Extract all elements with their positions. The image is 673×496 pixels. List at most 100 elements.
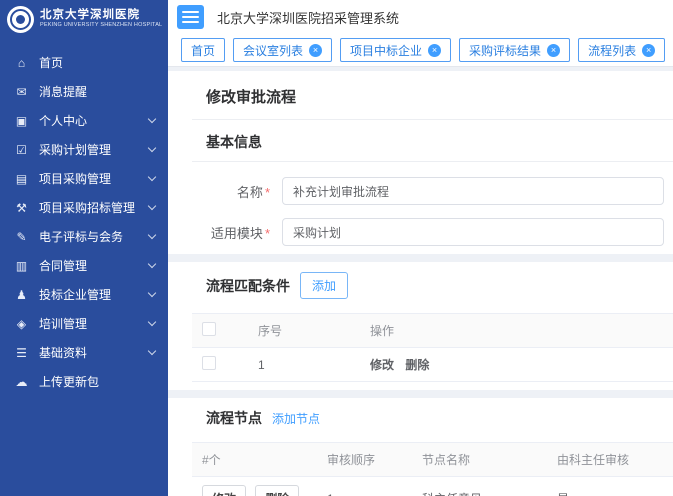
table-row: 1 修改 删除 xyxy=(192,348,673,382)
hospital-name: 北京大学深圳医院 xyxy=(40,9,162,22)
content-area: 修改审批流程 基本信息 名称* 适用模块* 流程匹配条件 xyxy=(168,67,673,496)
tab-bar: 首页 会议室列表 × 项目中标企业 × 采购评标结果 × 流程列表 × 流程 × xyxy=(168,34,673,67)
sidebar-item-home[interactable]: ⌂ 首页 xyxy=(0,48,168,77)
delete-link[interactable]: 删除 xyxy=(405,358,429,372)
flow-nodes-title: 流程节点 xyxy=(206,408,262,428)
tab-evaluation-result[interactable]: 采购评标结果 × xyxy=(459,38,570,62)
bell-icon: ✉ xyxy=(13,85,30,99)
module-label: 适用模块* xyxy=(192,223,270,242)
close-icon[interactable]: × xyxy=(428,44,441,57)
module-select[interactable] xyxy=(282,218,664,246)
match-conditions-title: 流程匹配条件 xyxy=(206,276,290,296)
delete-button[interactable]: 删除 xyxy=(255,485,299,496)
close-icon[interactable]: × xyxy=(547,44,560,57)
column-index: 序号 xyxy=(248,314,360,348)
menu-toggle-button[interactable] xyxy=(177,5,204,29)
tab-meeting-room-list[interactable]: 会议室列表 × xyxy=(233,38,332,62)
tab-winning-enterprise[interactable]: 项目中标企业 × xyxy=(340,38,451,62)
sidebar-item-bidding-management[interactable]: ⚒ 项目采购招标管理 xyxy=(0,193,168,222)
match-conditions-header: 流程匹配条件 添加 xyxy=(192,262,673,313)
sidebar-item-project-purchase[interactable]: ▤ 项目采购管理 xyxy=(0,164,168,193)
basic-info-form: 名称* 适用模块* xyxy=(192,162,673,246)
sidebar-item-personal-center[interactable]: ▣ 个人中心 xyxy=(0,106,168,135)
evaluation-icon: ✎ xyxy=(13,230,30,244)
app-title: 北京大学深圳医院招采管理系统 xyxy=(217,8,399,27)
add-condition-button[interactable]: 添加 xyxy=(300,272,348,299)
sidebar-item-upload-package[interactable]: ☁ 上传更新包 xyxy=(0,367,168,396)
flow-nodes-table: #个 审核顺序 节点名称 由科主任审核 修改 删除 1 xyxy=(192,442,673,496)
chevron-down-icon xyxy=(148,230,156,238)
plan-icon: ☑ xyxy=(13,143,30,157)
row-node-name: 科主任意见 xyxy=(412,477,547,496)
contract-icon: ▥ xyxy=(13,259,30,273)
hospital-logo-icon xyxy=(7,6,34,33)
basic-info-card: 修改审批流程 基本信息 名称* 适用模块* xyxy=(168,71,673,254)
row-director-review: 是 xyxy=(547,477,673,496)
column-hash: #个 xyxy=(192,443,317,477)
select-all-checkbox[interactable] xyxy=(202,322,216,336)
chevron-down-icon xyxy=(148,317,156,325)
edit-link[interactable]: 修改 xyxy=(370,358,394,372)
tab-home[interactable]: 首页 xyxy=(181,38,225,62)
column-director-review: 由科主任审核 xyxy=(547,443,673,477)
training-icon: ◈ xyxy=(13,317,30,331)
row-order: 1 xyxy=(317,477,412,496)
sidebar-item-messages[interactable]: ✉ 消息提醒 xyxy=(0,77,168,106)
name-form-row: 名称* xyxy=(192,177,673,205)
page-title: 修改审批流程 xyxy=(192,71,673,120)
column-node-name: 节点名称 xyxy=(412,443,547,477)
chevron-down-icon xyxy=(148,346,156,354)
name-label: 名称* xyxy=(192,182,270,201)
edit-button[interactable]: 修改 xyxy=(202,485,246,496)
table-header-row: #个 审核顺序 节点名称 由科主任审核 xyxy=(192,443,673,477)
row-actions: 修改 删除 xyxy=(192,477,317,496)
top-bar: 北京大学深圳医院招采管理系统 xyxy=(168,0,673,34)
sidebar-item-contract-management[interactable]: ▥ 合同管理 xyxy=(0,251,168,280)
hospital-logo-row: 北京大学深圳医院 PEKING UNIVERSITY SHENZHEN HOSP… xyxy=(0,0,168,38)
row-checkbox[interactable] xyxy=(202,356,216,370)
module-form-row: 适用模块* xyxy=(192,218,673,246)
main-area: 北京大学深圳医院招采管理系统 首页 会议室列表 × 项目中标企业 × 采购评标结… xyxy=(168,0,673,496)
chevron-down-icon xyxy=(148,201,156,209)
hospital-logo-text: 北京大学深圳医院 PEKING UNIVERSITY SHENZHEN HOSP… xyxy=(40,9,162,29)
hospital-name-en: PEKING UNIVERSITY SHENZHEN HOSPITAL xyxy=(40,22,162,28)
required-mark: * xyxy=(265,226,270,241)
flow-nodes-header: 流程节点 添加节点 xyxy=(192,398,673,442)
sidebar-item-basic-data[interactable]: ☰ 基础资料 xyxy=(0,338,168,367)
match-conditions-card: 流程匹配条件 添加 序号 操作 1 xyxy=(168,262,673,390)
row-actions: 修改 删除 xyxy=(360,348,673,382)
flow-nodes-card: 流程节点 添加节点 #个 审核顺序 节点名称 由科主任审核 xyxy=(168,398,673,496)
layers-icon: ☰ xyxy=(13,346,30,360)
add-node-link[interactable]: 添加节点 xyxy=(272,410,320,427)
home-icon: ⌂ xyxy=(13,56,30,70)
table-row: 修改 删除 1 科主任意见 是 xyxy=(192,477,673,496)
close-icon[interactable]: × xyxy=(642,44,655,57)
required-mark: * xyxy=(265,185,270,200)
row-index: 1 xyxy=(248,348,360,382)
project-icon: ▤ xyxy=(13,172,30,186)
tab-process-list[interactable]: 流程列表 × xyxy=(578,38,665,62)
sidebar-item-purchase-plan[interactable]: ☑ 采购计划管理 xyxy=(0,135,168,164)
close-icon[interactable]: × xyxy=(309,44,322,57)
chevron-down-icon xyxy=(148,114,156,122)
column-action: 操作 xyxy=(360,314,673,348)
company-icon: ♟ xyxy=(13,288,30,302)
column-order: 审核顺序 xyxy=(317,443,412,477)
match-conditions-table: 序号 操作 1 修改 删除 xyxy=(192,313,673,382)
sidebar-item-training[interactable]: ◈ 培训管理 xyxy=(0,309,168,338)
sidebar-item-evaluation-conference[interactable]: ✎ 电子评标与会务 xyxy=(0,222,168,251)
app-window: 北京大学深圳医院 PEKING UNIVERSITY SHENZHEN HOSP… xyxy=(0,0,673,496)
chevron-down-icon xyxy=(148,172,156,180)
upload-cloud-icon: ☁ xyxy=(13,375,30,389)
sidebar-menu: ⌂ 首页 ✉ 消息提醒 ▣ 个人中心 ☑ 采购计划管理 ▤ 项目采购管理 xyxy=(0,38,168,396)
sidebar-item-bidder-enterprise[interactable]: ♟ 投标企业管理 xyxy=(0,280,168,309)
table-header-row: 序号 操作 xyxy=(192,314,673,348)
chevron-down-icon xyxy=(148,288,156,296)
name-input[interactable] xyxy=(282,177,664,205)
bid-icon: ⚒ xyxy=(13,201,30,215)
sidebar: 北京大学深圳医院 PEKING UNIVERSITY SHENZHEN HOSP… xyxy=(0,0,168,496)
section-basic-info: 基本信息 xyxy=(192,120,673,162)
chevron-down-icon xyxy=(148,259,156,267)
chevron-down-icon xyxy=(148,143,156,151)
user-card-icon: ▣ xyxy=(13,114,30,128)
